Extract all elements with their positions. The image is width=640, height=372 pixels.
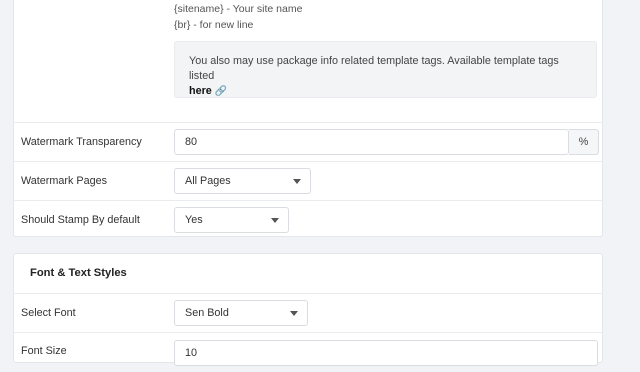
font-styles-panel: Font & Text Styles Select Font Sen Bold … [13, 253, 603, 366]
info-text: You also may use package info related te… [189, 55, 559, 82]
watermark-transparency-label: Watermark Transparency [21, 136, 142, 148]
watermark-pages-value: All Pages [185, 175, 231, 187]
template-tag-br: {br} - for new line [174, 19, 254, 31]
chevron-down-icon [271, 218, 279, 223]
watermark-pages-label: Watermark Pages [21, 175, 108, 187]
link-icon: 🔗 [214, 86, 228, 97]
stamp-default-row: Should Stamp By default Yes [14, 200, 602, 238]
template-tags-link-text[interactable]: here [189, 84, 212, 99]
select-font-select[interactable]: Sen Bold [174, 300, 308, 326]
font-size-input[interactable]: 10 [174, 340, 598, 366]
select-font-row: Select Font Sen Bold [14, 293, 602, 332]
percent-addon: % [569, 129, 599, 155]
font-size-row: Font Size 10 [14, 332, 602, 372]
stamp-default-select[interactable]: Yes [174, 207, 289, 233]
template-tags-info: You also may use package info related te… [174, 41, 597, 98]
template-tag-sitename: {sitename} - Your site name [174, 3, 303, 15]
watermark-settings-panel: {sitename} - Your site name {br} - for n… [13, 0, 603, 237]
watermark-transparency-row: Watermark Transparency 80 % [14, 122, 602, 161]
select-font-value: Sen Bold [185, 307, 229, 319]
chevron-down-icon [293, 179, 301, 184]
font-size-label: Font Size [21, 345, 67, 357]
section-title: Font & Text Styles [30, 267, 127, 279]
watermark-transparency-input[interactable]: 80 [174, 129, 569, 155]
watermark-pages-row: Watermark Pages All Pages [14, 161, 602, 200]
stamp-default-label: Should Stamp By default [21, 214, 140, 226]
template-tags-link[interactable]: here 🔗 [189, 84, 227, 99]
select-font-label: Select Font [21, 307, 76, 319]
watermark-pages-select[interactable]: All Pages [174, 168, 311, 194]
stamp-default-value: Yes [185, 214, 203, 226]
chevron-down-icon [290, 311, 298, 316]
